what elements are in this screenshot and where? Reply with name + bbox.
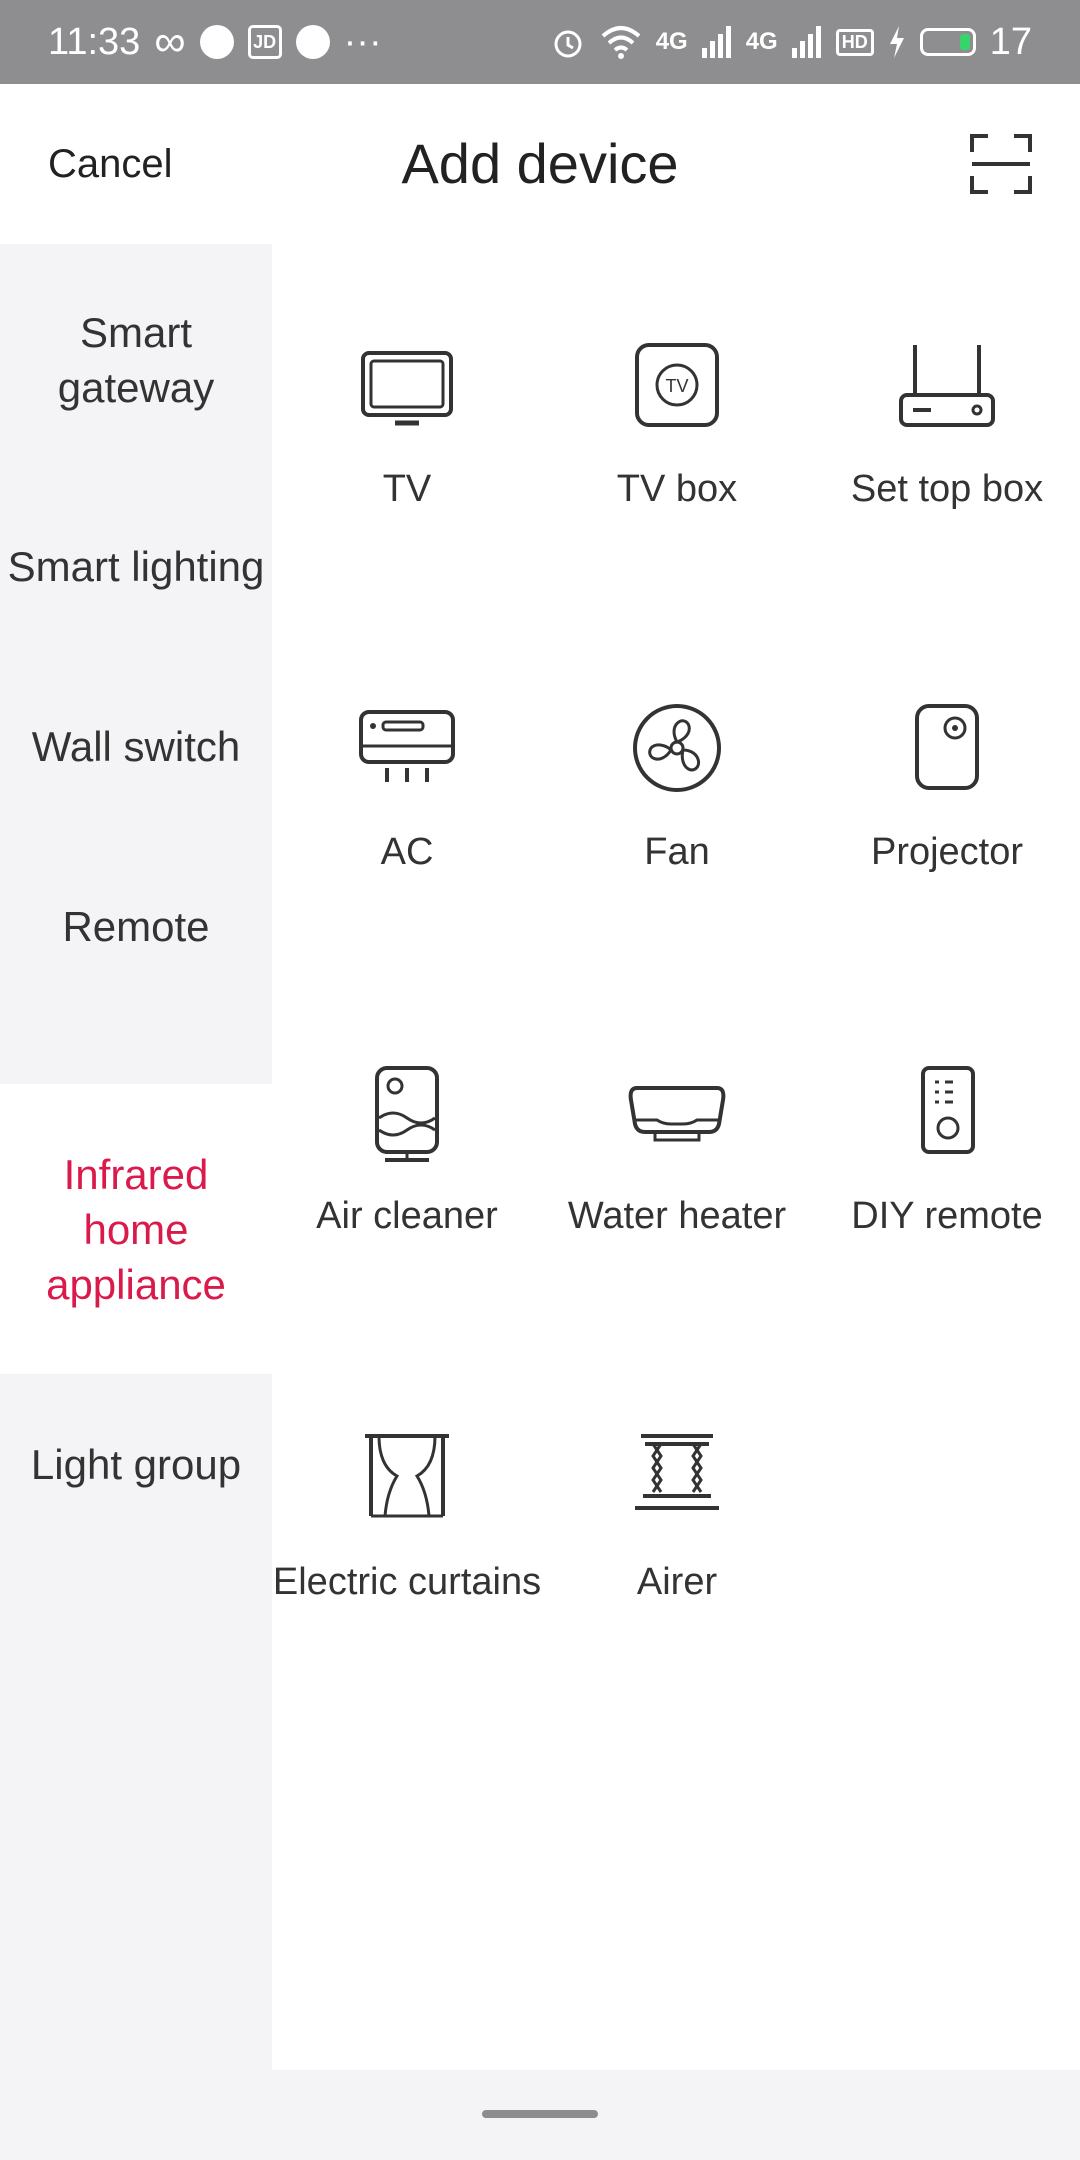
device-label: AC	[380, 831, 434, 873]
jd-app-icon: JD	[247, 25, 282, 59]
device-label: Fan	[644, 831, 710, 873]
scan-icon[interactable]	[970, 134, 1032, 194]
sidebar-item-light-group[interactable]: Light group	[0, 1374, 272, 1554]
air-conditioner-icon	[359, 710, 455, 782]
device-label: Electric curtains	[272, 1561, 542, 1603]
sidebar-item-remote[interactable]: Remote	[0, 836, 272, 1016]
infinity-icon: ∞	[154, 17, 186, 66]
signal-2-label: 4G	[745, 28, 778, 55]
device-electric-curtains[interactable]: Electric curtains	[272, 1432, 542, 1732]
chat-bubble-icon	[199, 25, 234, 59]
page-title: Add device	[401, 132, 679, 195]
device-label: TV box	[616, 468, 738, 510]
header-bar: Cancel Add device	[0, 84, 1080, 244]
status-bar: 11:33 ∞ JD ··· 4G 4G HD 17	[0, 0, 1080, 84]
device-label: Set top box	[850, 468, 1044, 510]
more-notifications-icon: ···	[343, 20, 382, 63]
air-cleaner-icon	[375, 1066, 439, 1162]
category-sidebar: Smart gateway Smart lighting Wall switch…	[0, 244, 272, 2084]
charging-icon	[889, 26, 904, 58]
device-label: TV	[382, 468, 432, 510]
device-airer[interactable]: Airer	[542, 1432, 812, 1732]
device-tv[interactable]: TV	[272, 339, 542, 639]
device-tv-box[interactable]: TV TV box	[542, 339, 812, 639]
projector-icon	[915, 704, 979, 790]
hd-voice-icon: HD	[835, 28, 874, 56]
device-label: DIY remote	[851, 1195, 1043, 1237]
svg-text:TV: TV	[665, 376, 688, 396]
battery-icon	[919, 28, 976, 56]
device-water-heater[interactable]: Water heater	[542, 1066, 812, 1366]
signal-strength-icon-2	[791, 26, 821, 58]
device-ac[interactable]: AC	[272, 702, 542, 1002]
device-grid: TV TV TV box Set top box AC Fan Projecto…	[272, 244, 1080, 2070]
sidebar-item-smart-lighting[interactable]: Smart lighting	[0, 476, 272, 656]
airer-icon	[635, 1434, 719, 1510]
home-indicator[interactable]	[482, 2110, 598, 2118]
curtains-icon	[365, 1434, 449, 1518]
device-diy-remote[interactable]: DIY remote	[812, 1066, 1080, 1366]
fan-icon	[633, 704, 721, 792]
tv-box-icon: TV	[635, 343, 719, 427]
tv-icon	[361, 351, 453, 426]
device-label: Water heater	[567, 1195, 787, 1237]
device-label: Air cleaner	[316, 1195, 498, 1237]
notification-bubble-icon	[295, 25, 330, 59]
signal-1-label: 4G	[655, 28, 688, 55]
device-set-top-box[interactable]: Set top box	[812, 339, 1080, 639]
device-label: Airer	[636, 1561, 718, 1603]
wifi-icon	[601, 26, 641, 59]
diy-remote-icon	[921, 1066, 975, 1154]
signal-strength-icon	[701, 26, 731, 58]
sidebar-item-smart-gateway[interactable]: Smart gateway	[0, 244, 272, 476]
sidebar-item-wall-switch[interactable]: Wall switch	[0, 656, 272, 836]
alarm-icon	[554, 30, 582, 58]
device-fan[interactable]: Fan	[542, 702, 812, 1002]
water-heater-icon	[628, 1086, 726, 1142]
device-projector[interactable]: Projector	[812, 702, 1080, 1002]
sidebar-item-infrared-home-appliance[interactable]: Infrared home appliance	[0, 1084, 272, 1374]
set-top-box-icon	[899, 345, 995, 427]
battery-level: 17	[989, 20, 1032, 63]
clock: 11:33	[48, 20, 141, 63]
device-label: Projector	[870, 831, 1024, 873]
device-air-cleaner[interactable]: Air cleaner	[272, 1066, 542, 1366]
